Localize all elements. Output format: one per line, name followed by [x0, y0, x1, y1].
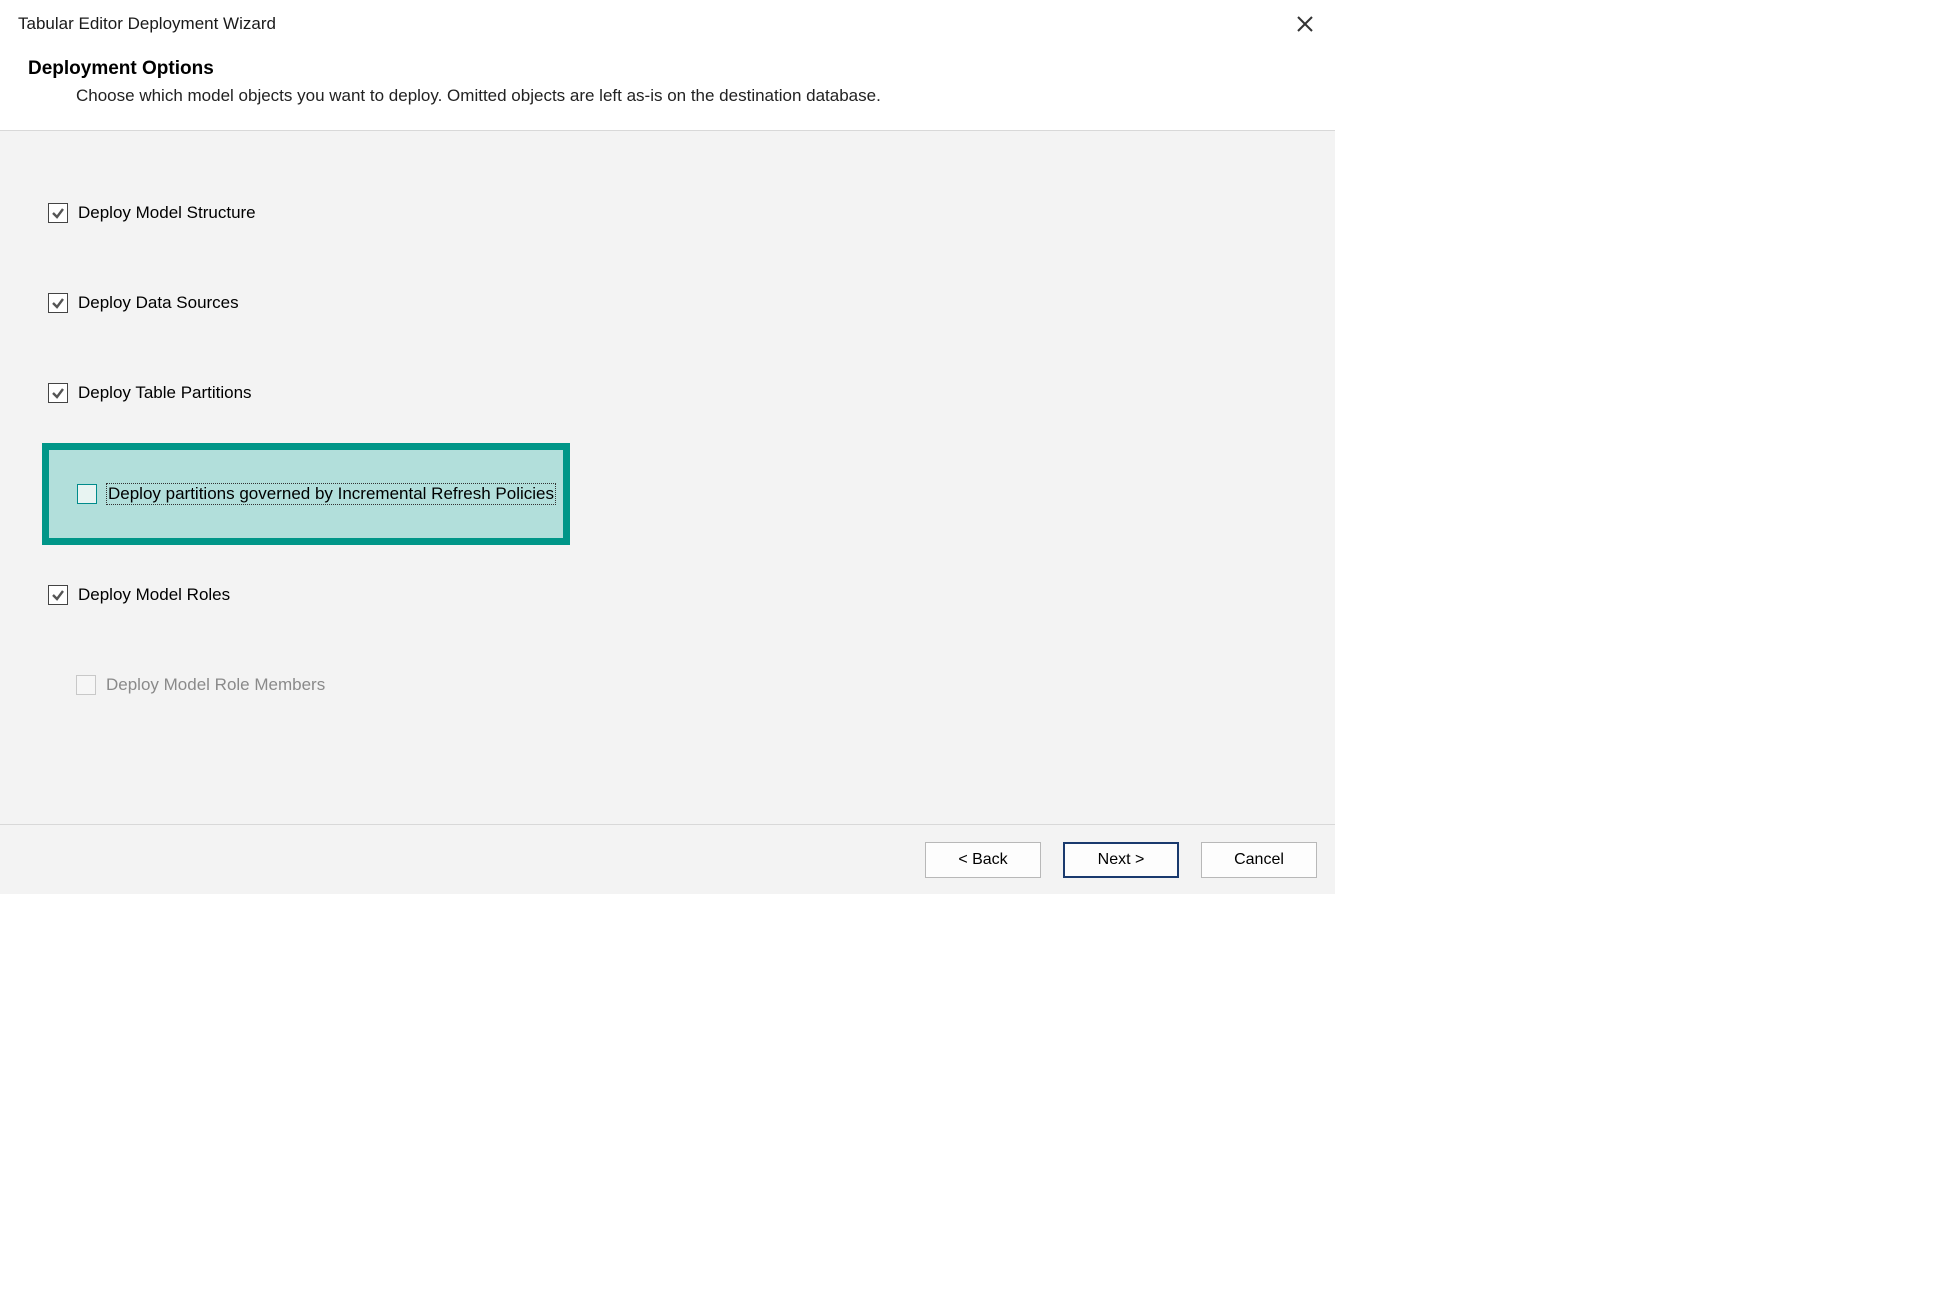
titlebar: Tabular Editor Deployment Wizard	[0, 0, 1335, 44]
cancel-button[interactable]: Cancel	[1201, 842, 1317, 878]
option-label: Deploy Model Roles	[78, 585, 230, 605]
page-title: Deployment Options	[28, 58, 1307, 80]
next-button[interactable]: Next >	[1063, 842, 1179, 878]
back-button[interactable]: < Back	[925, 842, 1041, 878]
page-subtitle: Choose which model objects you want to d…	[28, 86, 1307, 106]
checkmark-icon	[51, 588, 65, 602]
window-title: Tabular Editor Deployment Wizard	[18, 14, 276, 34]
checkbox-table-partitions[interactable]	[48, 383, 68, 403]
option-label: Deploy Model Structure	[78, 203, 256, 223]
wizard-footer: < Back Next > Cancel	[0, 824, 1335, 894]
checkbox-incremental-refresh[interactable]	[77, 484, 97, 504]
checkmark-icon	[51, 296, 65, 310]
option-deploy-incremental-refresh-highlight: Deploy partitions governed by Incrementa…	[42, 443, 1287, 545]
checkbox-model-structure[interactable]	[48, 203, 68, 223]
checkbox-data-sources[interactable]	[48, 293, 68, 313]
option-deploy-data-sources[interactable]: Deploy Data Sources	[48, 293, 1287, 313]
option-deploy-model-structure[interactable]: Deploy Model Structure	[48, 203, 1287, 223]
checkbox-role-members	[76, 675, 96, 695]
option-label[interactable]: Deploy partitions governed by Incrementa…	[107, 484, 555, 504]
wizard-header: Deployment Options Choose which model ob…	[0, 44, 1335, 131]
deployment-wizard-window: Tabular Editor Deployment Wizard Deploym…	[0, 0, 1335, 894]
checkmark-icon	[51, 386, 65, 400]
option-deploy-table-partitions[interactable]: Deploy Table Partitions	[48, 383, 1287, 403]
option-deploy-model-roles[interactable]: Deploy Model Roles	[48, 585, 1287, 605]
option-label: Deploy Model Role Members	[106, 675, 325, 695]
option-deploy-role-members: Deploy Model Role Members	[76, 675, 1287, 695]
option-label: Deploy Table Partitions	[78, 383, 252, 403]
checkmark-icon	[51, 206, 65, 220]
checkbox-model-roles[interactable]	[48, 585, 68, 605]
highlight-annotation: Deploy partitions governed by Incrementa…	[42, 443, 570, 545]
option-label: Deploy Data Sources	[78, 293, 239, 313]
close-icon	[1296, 15, 1314, 33]
options-panel: Deploy Model Structure Deploy Data Sourc…	[0, 131, 1335, 824]
close-button[interactable]	[1289, 8, 1321, 40]
